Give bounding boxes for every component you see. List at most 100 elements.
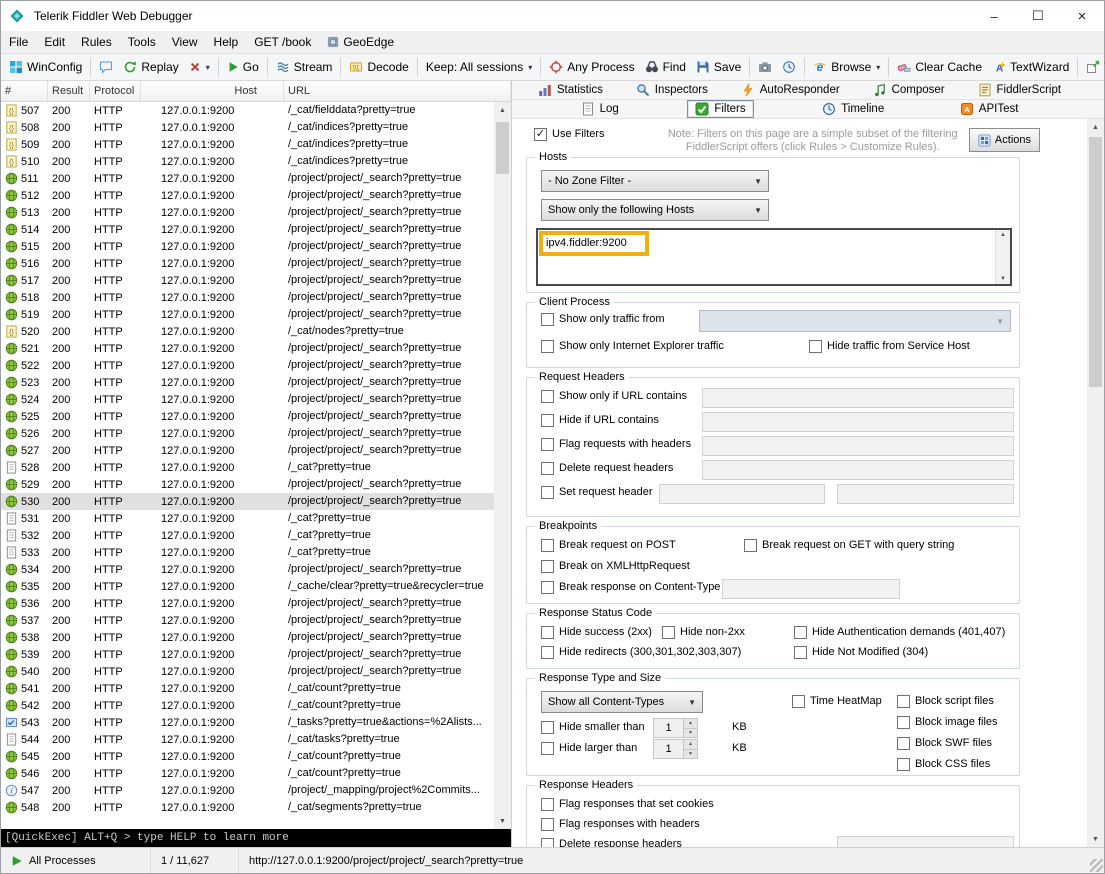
scroll-up-icon[interactable]: ▲ — [494, 102, 511, 118]
tab-fiddlerscript[interactable]: FiddlerScript — [971, 82, 1069, 98]
toolbar-any-process[interactable]: Any Process — [544, 58, 639, 76]
set-request-header-value-input[interactable] — [837, 484, 1014, 504]
session-row-532[interactable]: 532200HTTP127.0.0.1:9200/_cat?pretty=tru… — [1, 527, 494, 544]
remove-sessions-button[interactable]: ▾ — [184, 59, 215, 75]
hosts-textarea-scrollbar[interactable]: ▲▼ — [995, 230, 1010, 284]
show-only-ie-checkbox[interactable]: Show only Internet Explorer traffic — [541, 340, 724, 353]
session-row-531[interactable]: 531200HTTP127.0.0.1:9200/_cat?pretty=tru… — [1, 510, 494, 527]
set-request-header-checkbox[interactable]: Set request header — [541, 486, 653, 499]
screenshot-button[interactable] — [753, 58, 777, 76]
column-header-protocol[interactable]: Protocol — [90, 81, 141, 101]
hide-smaller-checkbox[interactable]: Hide smaller than — [541, 721, 645, 734]
toolbar-stream[interactable]: Stream — [271, 58, 338, 76]
menu-edit[interactable]: Edit — [36, 31, 73, 53]
session-row-511[interactable]: 511200HTTP127.0.0.1:9200/project/project… — [1, 170, 494, 187]
content-types-dropdown[interactable]: Show all Content-Types ▼ — [541, 691, 703, 713]
scrollbar-thumb[interactable] — [1089, 137, 1102, 387]
timer-button[interactable] — [777, 58, 801, 76]
session-row-519[interactable]: 519200HTTP127.0.0.1:9200/project/project… — [1, 306, 494, 323]
session-row-535[interactable]: 535200HTTP127.0.0.1:9200/_cache/clear?pr… — [1, 578, 494, 595]
session-row-516[interactable]: 516200HTTP127.0.0.1:9200/project/project… — [1, 255, 494, 272]
session-row-523[interactable]: 523200HTTP127.0.0.1:9200/project/project… — [1, 374, 494, 391]
hide-auth-demands-checkbox[interactable]: Hide Authentication demands (401,407) — [794, 626, 1005, 639]
session-row-548[interactable]: 548200HTTP127.0.0.1:9200/_cat/segments?p… — [1, 799, 494, 816]
toolbar-replay[interactable]: Replay — [118, 58, 183, 76]
scroll-up-icon[interactable]: ▲ — [1087, 119, 1104, 135]
quickexec-bar[interactable]: [QuickExec] ALT+Q > type HELP to learn m… — [1, 829, 511, 847]
session-row-545[interactable]: 545200HTTP127.0.0.1:9200/_cat/count?pret… — [1, 748, 494, 765]
hosts-textarea[interactable]: ipv4.fiddler:9200 ▲▼ — [536, 228, 1012, 286]
menu-help[interactable]: Help — [206, 31, 247, 53]
menu-get-book[interactable]: GET /book — [246, 31, 319, 53]
session-row-541[interactable]: 541200HTTP127.0.0.1:9200/_cat/count?pret… — [1, 680, 494, 697]
set-request-header-name-input[interactable] — [659, 484, 825, 504]
session-row-527[interactable]: 527200HTTP127.0.0.1:9200/project/project… — [1, 442, 494, 459]
show-url-contains-checkbox[interactable]: Show only if URL contains — [541, 390, 687, 403]
tab-apitest[interactable]: AAPITest — [953, 101, 1026, 117]
session-row-530[interactable]: 530200HTTP127.0.0.1:9200/project/project… — [1, 493, 494, 510]
menu-tools[interactable]: Tools — [120, 31, 164, 53]
session-row-507[interactable]: {}507200HTTP127.0.0.1:9200/_cat/fielddat… — [1, 102, 494, 119]
scroll-down-icon[interactable]: ▼ — [1000, 276, 1006, 282]
tab-timeline[interactable]: Timeline — [815, 101, 891, 117]
session-row-526[interactable]: 526200HTTP127.0.0.1:9200/project/project… — [1, 425, 494, 442]
minimize-button[interactable]: – — [972, 1, 1016, 31]
session-row-537[interactable]: 537200HTTP127.0.0.1:9200/project/project… — [1, 612, 494, 629]
scroll-up-icon[interactable]: ▲ — [1000, 232, 1006, 238]
session-row-509[interactable]: {}509200HTTP127.0.0.1:9200/_cat/indices?… — [1, 136, 494, 153]
flag-responses-headers-checkbox[interactable]: Flag responses with headers — [541, 818, 700, 831]
comment-button[interactable] — [94, 58, 118, 76]
capturing-icon[interactable] — [11, 855, 23, 867]
block-css-checkbox[interactable]: Block CSS files — [897, 758, 990, 771]
maximize-button[interactable]: ☐ — [1016, 1, 1060, 31]
session-row-542[interactable]: 542200HTTP127.0.0.1:9200/_cat/count?pret… — [1, 697, 494, 714]
block-image-checkbox[interactable]: Block image files — [897, 716, 998, 729]
tab-autoresponder[interactable]: AutoResponder — [734, 82, 847, 98]
delete-response-headers-input[interactable] — [837, 836, 1014, 847]
break-response-content-type-input[interactable] — [722, 579, 900, 599]
host-filter-dropdown[interactable]: Show only the following Hosts ▼ — [541, 199, 769, 221]
session-row-540[interactable]: 540200HTTP127.0.0.1:9200/project/project… — [1, 663, 494, 680]
session-row-529[interactable]: 529200HTTP127.0.0.1:9200/project/project… — [1, 476, 494, 493]
menu-view[interactable]: View — [164, 31, 206, 53]
hide-url-contains-checkbox[interactable]: Hide if URL contains — [541, 414, 659, 427]
scroll-down-icon[interactable]: ▼ — [1087, 831, 1104, 847]
tab-inspectors[interactable]: Inspectors — [629, 82, 715, 98]
hide-success-checkbox[interactable]: Hide success (2xx) — [541, 626, 652, 639]
delete-response-headers-checkbox[interactable]: Delete response headers — [541, 838, 682, 847]
keep-sessions-dropdown[interactable]: Keep: All sessions▾ — [421, 58, 537, 76]
close-button[interactable]: × — [1060, 1, 1104, 31]
session-row-521[interactable]: 521200HTTP127.0.0.1:9200/project/project… — [1, 340, 494, 357]
column-header-host[interactable]: Host — [141, 81, 284, 101]
session-row-512[interactable]: 512200HTTP127.0.0.1:9200/project/project… — [1, 187, 494, 204]
session-row-543[interactable]: 543200HTTP127.0.0.1:9200/_tasks?pretty=t… — [1, 714, 494, 731]
break-get-checkbox[interactable]: Break request on GET with query string — [744, 539, 954, 552]
session-row-514[interactable]: 514200HTTP127.0.0.1:9200/project/project… — [1, 221, 494, 238]
tab-log[interactable]: Log — [574, 101, 626, 117]
hide-redirects-checkbox[interactable]: Hide redirects (300,301,302,303,307) — [541, 646, 741, 659]
hide-larger-stepper[interactable]: 1 ▲▼ — [653, 739, 698, 759]
toolbar-tearoff[interactable]: Tearoff — [1081, 58, 1105, 76]
tab-composer[interactable]: Composer — [866, 82, 952, 98]
delete-request-headers-input[interactable] — [702, 460, 1014, 480]
session-row-546[interactable]: 546200HTTP127.0.0.1:9200/_cat/count?pret… — [1, 765, 494, 782]
session-row-544[interactable]: 544200HTTP127.0.0.1:9200/_cat/tasks?pret… — [1, 731, 494, 748]
session-row-534[interactable]: 534200HTTP127.0.0.1:9200/project/project… — [1, 561, 494, 578]
tab-statistics[interactable]: Statistics — [531, 82, 610, 98]
session-row-513[interactable]: 513200HTTP127.0.0.1:9200/project/project… — [1, 204, 494, 221]
session-row-518[interactable]: 518200HTTP127.0.0.1:9200/project/project… — [1, 289, 494, 306]
use-filters-checkbox[interactable]: Use Filters — [534, 128, 605, 141]
menu-geoedge[interactable]: GeoEdge — [319, 31, 402, 53]
column-header-number[interactable]: # — [1, 81, 48, 101]
session-row-508[interactable]: {}508200HTTP127.0.0.1:9200/_cat/indices?… — [1, 119, 494, 136]
menu-file[interactable]: File — [1, 31, 36, 53]
hide-larger-checkbox[interactable]: Hide larger than — [541, 742, 637, 755]
menu-rules[interactable]: Rules — [73, 31, 120, 53]
session-row-528[interactable]: 528200HTTP127.0.0.1:9200/_cat?pretty=tru… — [1, 459, 494, 476]
session-row-539[interactable]: 539200HTTP127.0.0.1:9200/project/project… — [1, 646, 494, 663]
show-url-contains-input[interactable] — [702, 388, 1014, 408]
block-script-checkbox[interactable]: Block script files — [897, 695, 994, 708]
session-row-520[interactable]: {}520200HTTP127.0.0.1:9200/_cat/nodes?pr… — [1, 323, 494, 340]
tab-filters[interactable]: Filters — [687, 100, 753, 118]
hide-service-host-checkbox[interactable]: Hide traffic from Service Host — [809, 340, 970, 353]
